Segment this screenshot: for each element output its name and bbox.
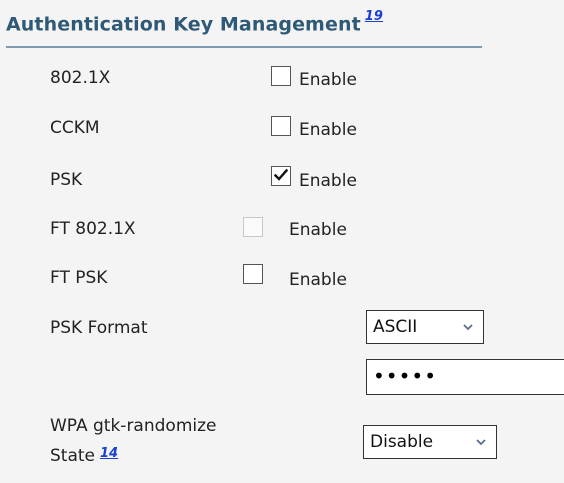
- label-ft-802-1x: FT 802.1X: [50, 219, 136, 239]
- checkbox-802-1x[interactable]: [271, 66, 291, 86]
- psk-key-input[interactable]: •••••: [366, 359, 564, 395]
- footnote-link-19[interactable]: 19: [365, 9, 383, 24]
- psk-format-select[interactable]: ASCII: [366, 310, 484, 344]
- enable-label-cckm: Enable: [299, 120, 357, 140]
- psk-format-selected-value: ASCII: [373, 317, 418, 337]
- label-psk-format: PSK Format: [50, 318, 148, 338]
- enable-label-ft-psk: Enable: [289, 270, 347, 290]
- checkbox-cckm[interactable]: [271, 116, 291, 136]
- gtk-randomize-selected-value: Disable: [370, 432, 434, 452]
- enable-label-ft-802-1x: Enable: [289, 220, 347, 240]
- section-title-text: Authentication Key Management: [6, 13, 361, 36]
- checkbox-ft-psk[interactable]: [243, 264, 263, 284]
- psk-key-masked-value: •••••: [373, 364, 437, 388]
- checkbox-ft-802-1x: [243, 217, 263, 237]
- label-gtk-randomize-line1: WPA gtk-randomize: [50, 416, 217, 436]
- gtk-randomize-select[interactable]: Disable: [363, 425, 497, 459]
- label-802-1x: 802.1X: [50, 68, 111, 88]
- label-gtk-randomize-state: State: [50, 446, 95, 466]
- enable-label-psk: Enable: [299, 171, 357, 191]
- chevron-down-icon: [476, 439, 486, 446]
- section-title: Authentication Key Management 19: [6, 9, 383, 36]
- label-ft-psk: FT PSK: [50, 268, 108, 288]
- footnote-link-14[interactable]: 14: [100, 446, 118, 461]
- label-gtk-randomize-line2: State 14: [50, 446, 118, 466]
- chevron-down-icon: [463, 324, 473, 331]
- checkbox-psk[interactable]: [271, 166, 291, 186]
- title-divider: [6, 46, 482, 48]
- label-cckm: CCKM: [50, 118, 100, 138]
- checkmark-icon: [274, 168, 288, 181]
- enable-label-802-1x: Enable: [299, 70, 357, 90]
- label-psk: PSK: [50, 170, 83, 190]
